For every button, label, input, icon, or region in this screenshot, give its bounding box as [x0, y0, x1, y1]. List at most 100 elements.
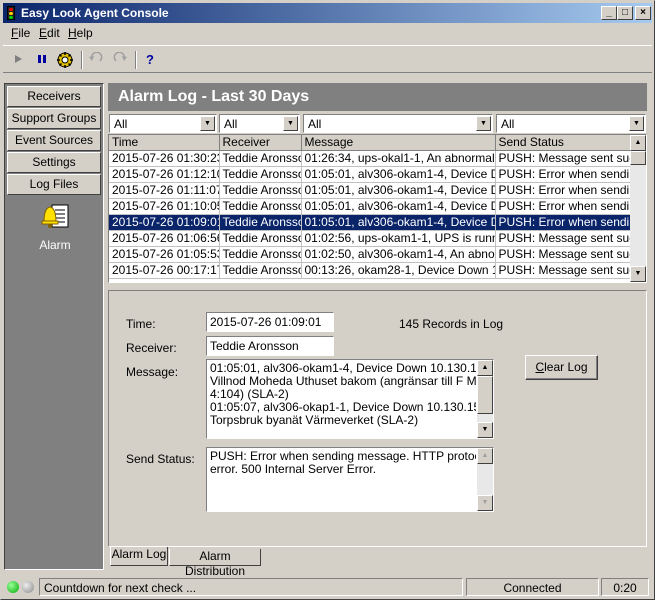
nav-event-sources[interactable]: Event Sources — [7, 130, 101, 151]
table-cell: 2015-07-26 00:17:17 — [109, 262, 220, 279]
countdown-timer: 0:20 — [601, 578, 649, 596]
toolbar-separator — [135, 51, 137, 69]
status-line: error. 500 Internal Server Error. — [210, 462, 377, 476]
close-icon: × — [640, 7, 646, 18]
close-button[interactable]: × — [635, 6, 651, 20]
message-field[interactable]: 01:05:01, alv306-okam1-4, Device Down 10… — [206, 359, 494, 439]
filter-status-select[interactable]: All ▼ — [496, 114, 646, 133]
window-title: Easy Look Agent Console — [21, 6, 169, 20]
table-header: Time Receiver Message Send Status — [109, 135, 631, 151]
send-status-label: Send Status: — [126, 452, 195, 466]
table-row[interactable]: 2015-07-26 01:10:05Teddie Aronsson01:05:… — [109, 198, 631, 215]
chevron-down-icon: ▼ — [200, 116, 215, 131]
column-receiver[interactable]: Receiver — [219, 135, 302, 151]
table-row[interactable]: 2015-07-26 01:06:56Teddie Aronsson01:02:… — [109, 230, 631, 247]
table-cell: Teddie Aronsson — [219, 246, 302, 263]
chevron-down-icon: ▼ — [283, 116, 298, 131]
message-scrollbar[interactable]: ▲ ▼ — [477, 360, 493, 438]
table-row[interactable]: 2015-07-26 00:17:17Teddie Aronsson00:13:… — [109, 262, 631, 279]
receiver-field[interactable]: Teddie Aronsson — [206, 336, 334, 356]
status-scrollbar[interactable]: ▲ ▼ — [477, 448, 493, 511]
alarm-bell-icon — [38, 202, 72, 232]
page-title: Alarm Log - Last 30 Days — [108, 83, 647, 111]
nav-support-groups[interactable]: Support Groups — [7, 108, 101, 129]
column-time[interactable]: Time — [109, 135, 220, 151]
menu-file[interactable]: File — [11, 26, 30, 40]
table-cell: 2015-07-26 01:09:01 — [109, 214, 220, 231]
title-bar[interactable]: Easy Look Agent Console _ □ × — [3, 3, 652, 23]
table-cell: Teddie Aronsson — [219, 150, 302, 167]
menu-help[interactable]: Help — [68, 26, 93, 40]
minimize-icon: _ — [606, 7, 612, 18]
table-row[interactable]: 2015-07-26 01:12:10Teddie Aronsson01:05:… — [109, 166, 631, 183]
table-cell: PUSH: Message sent successfully — [495, 150, 631, 167]
table-cell: PUSH: Error when sending message — [495, 166, 631, 183]
table-cell: 2015-07-26 01:06:56 — [109, 230, 220, 247]
table-cell: PUSH: Message sent successfully — [495, 246, 631, 263]
undo-icon[interactable] — [87, 51, 105, 69]
bottom-tabs: Alarm Log Alarm Distribution — [108, 547, 647, 578]
receiver-label: Receiver: — [126, 341, 177, 355]
table-cell: Teddie Aronsson — [219, 198, 302, 215]
table-cell: PUSH: Error when sending message — [495, 214, 631, 231]
play-icon[interactable] — [9, 51, 27, 69]
chevron-down-icon: ▼ — [629, 116, 644, 131]
tab-alarm-distribution[interactable]: Alarm Distribution — [169, 549, 261, 578]
filter-row: All ▼ All ▼ All ▼ All ▼ — [108, 114, 647, 134]
pause-icon[interactable] — [33, 51, 51, 69]
clear-log-button[interactable]: Clear Log — [525, 355, 598, 380]
table-cell: Teddie Aronsson — [219, 230, 302, 247]
filter-receiver-select[interactable]: All ▼ — [219, 114, 300, 133]
records-count: 145 Records in Log — [399, 317, 504, 331]
nav-alarm[interactable]: Alarm — [25, 202, 85, 252]
time-field[interactable]: 2015-07-26 01:09:01 — [206, 312, 334, 332]
left-navigation: Receivers Support Groups Event Sources S… — [4, 83, 104, 570]
main-window: Easy Look Agent Console _ □ × File Edit … — [0, 0, 655, 600]
table-cell: Teddie Aronsson — [219, 182, 302, 199]
table-cell: 01:05:01, alv306-okam1-4, Device Down — [301, 182, 496, 199]
gear-icon[interactable] — [56, 51, 74, 69]
tab-alarm-log[interactable]: Alarm Log — [110, 547, 168, 566]
menu-edit[interactable]: Edit — [39, 26, 60, 40]
table-cell: 2015-07-26 01:10:05 — [109, 198, 220, 215]
scroll-up-icon[interactable]: ▲ — [630, 135, 646, 151]
scroll-down-icon[interactable]: ▼ — [477, 495, 493, 511]
nav-log-files[interactable]: Log Files — [7, 174, 101, 195]
scroll-down-icon[interactable]: ▼ — [477, 422, 493, 438]
column-message[interactable]: Message — [301, 135, 496, 151]
table-cell: 2015-07-26 01:11:07 — [109, 182, 220, 199]
scroll-up-icon[interactable]: ▲ — [477, 448, 493, 464]
table-cell: PUSH: Error when sending message — [495, 198, 631, 215]
maximize-button[interactable]: □ — [617, 6, 633, 20]
scroll-down-icon[interactable]: ▼ — [630, 266, 646, 282]
table-cell: 01:02:50, alv306-okam1-4, An abnormal UP — [301, 246, 496, 263]
table-row[interactable]: 2015-07-26 01:11:07Teddie Aronsson01:05:… — [109, 182, 631, 199]
scroll-thumb[interactable] — [630, 151, 646, 165]
detail-panel: Time: 2015-07-26 01:09:01 145 Records in… — [108, 290, 647, 547]
toolbar-separator — [81, 51, 83, 69]
table-row[interactable]: 2015-07-26 01:30:23Teddie Aronsson01:26:… — [109, 150, 631, 167]
table-cell: 2015-07-26 01:30:23 — [109, 150, 220, 167]
filter-time-select[interactable]: All ▼ — [109, 114, 217, 133]
table-cell: PUSH: Message sent successfully — [495, 230, 631, 247]
nav-receivers[interactable]: Receivers — [7, 86, 101, 107]
alarm-label: Alarm — [39, 238, 71, 252]
filter-message-select[interactable]: All ▼ — [303, 114, 493, 133]
table-row[interactable]: 2015-07-26 01:05:53Teddie Aronsson01:02:… — [109, 246, 631, 263]
send-status-field[interactable]: PUSH: Error when sending message. HTTP p… — [206, 447, 494, 512]
help-icon[interactable]: ? — [141, 51, 159, 69]
table-cell: 01:05:01, alv306-okam1-4, Device Down — [301, 214, 496, 231]
alarm-log-table: Time Receiver Message Send Status 2015-0… — [108, 134, 647, 283]
table-row[interactable]: 2015-07-26 01:09:01Teddie Aronsson01:05:… — [109, 214, 631, 231]
table-cell: 01:05:01, alv306-okam1-4, Device Down — [301, 198, 496, 215]
status-bar: Countdown for next check ... Connected 0… — [3, 577, 652, 597]
redo-icon[interactable] — [111, 51, 129, 69]
column-send-status[interactable]: Send Status — [495, 135, 631, 151]
table-scrollbar[interactable]: ▲ ▼ — [630, 135, 646, 282]
scroll-thumb[interactable] — [477, 376, 493, 414]
status-gray-led-icon — [22, 581, 34, 593]
scroll-up-icon[interactable]: ▲ — [477, 360, 493, 376]
nav-settings[interactable]: Settings — [7, 152, 101, 173]
message-label: Message: — [126, 365, 179, 379]
minimize-button[interactable]: _ — [601, 6, 617, 20]
